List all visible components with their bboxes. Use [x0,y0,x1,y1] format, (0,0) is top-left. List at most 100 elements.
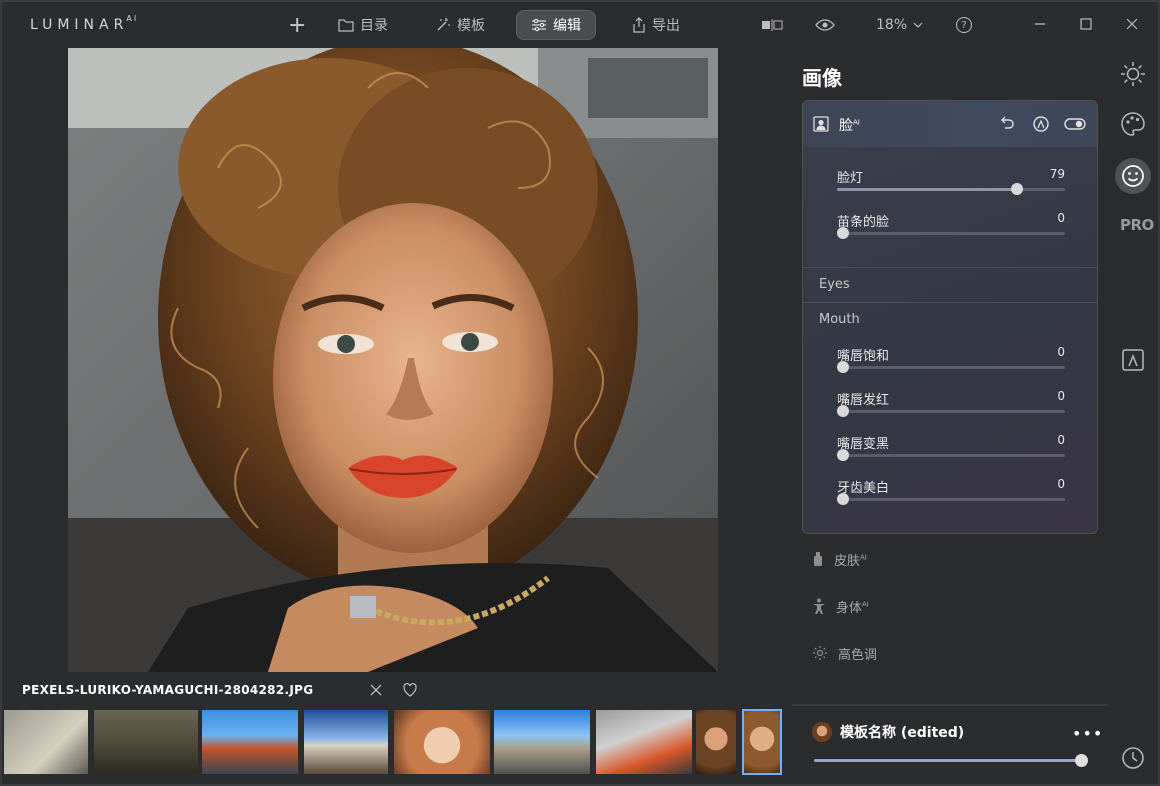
mouth-section[interactable]: Mouth [819,312,860,327]
lip-saturation-slider[interactable]: 嘴唇饱和 0 [837,345,1065,385]
close-icon[interactable] [1122,14,1142,34]
sun-icon[interactable] [1119,60,1147,88]
slider-track[interactable] [837,361,1065,373]
thumbnail[interactable] [202,710,298,774]
eyes-section[interactable]: Eyes [819,277,850,292]
palette-icon[interactable] [1119,110,1147,138]
thumbnail[interactable] [596,710,692,774]
slider-track[interactable] [837,183,1065,195]
smile-icon [1122,165,1144,187]
lip-darkening-slider[interactable]: 嘴唇变黑 0 [837,433,1065,473]
face-ai-header[interactable]: 脸AI [803,101,1097,147]
thumbnail[interactable] [696,710,736,774]
history-clock-icon[interactable] [1119,744,1147,772]
face-title-suffix: AI [853,118,860,127]
tab-templates-label: 模板 [457,18,485,34]
tab-templates[interactable]: 模板 [435,10,485,40]
tool-label: 皮肤 [834,553,861,569]
slider-track[interactable] [837,227,1065,239]
help-button[interactable]: ? [956,10,972,40]
compare-button[interactable] [760,10,784,40]
portrait-icon [813,116,829,132]
face-light-slider[interactable]: 脸灯 79 [837,167,1065,207]
thumbnail[interactable] [394,710,490,774]
thumbnail[interactable] [494,710,590,774]
slider-knob[interactable] [837,361,849,373]
tool-high-key[interactable]: 高色调 [812,642,877,664]
slider-knob[interactable] [837,493,849,505]
thumbnail[interactable] [4,710,88,774]
slider-knob[interactable] [837,449,849,461]
photo-canvas[interactable] [2,46,790,672]
tab-edit-label: 编辑 [553,18,581,34]
slider-track[interactable] [837,405,1065,417]
divider [803,302,1097,303]
slider-knob[interactable] [837,227,849,239]
thumbnail[interactable] [304,710,388,774]
mask-icon[interactable] [1031,114,1051,134]
zoom-level: 18% [876,17,908,33]
thumbnail[interactable] [94,710,198,774]
teeth-whitening-slider[interactable]: 牙齿美白 0 [837,477,1065,517]
portrait-image [68,48,718,672]
masking-icon[interactable] [1119,346,1147,374]
tool-suffix: AI [860,553,867,562]
tab-edit[interactable]: 编辑 [516,10,596,40]
chevron-down-icon [913,22,923,28]
magic-wand-icon [437,18,450,31]
slim-face-slider[interactable]: 苗条的脸 0 [837,211,1065,251]
slider-value: 0 [1057,211,1065,225]
file-bar: PEXELS-LURIKO-YAMAGUCHI-2804282.JPG [2,676,790,706]
minimize-icon[interactable] [1030,14,1050,34]
tool-label: 身体 [836,600,863,616]
tool-suffix: AI [862,600,869,609]
eye-icon [815,19,835,31]
slider-value: 0 [1057,433,1065,447]
thumbnail-selected[interactable] [742,709,782,775]
slider-fill [837,188,1018,191]
slider-knob[interactable] [1011,183,1024,195]
slider-label: 脸灯 [837,171,864,186]
tab-catalog[interactable]: 目录 [338,10,388,40]
tool-body-ai[interactable]: 身体AI [812,595,869,617]
slider-knob[interactable] [837,405,849,417]
toggle-visibility-icon[interactable] [1063,114,1087,134]
file-name: PEXELS-LURIKO-YAMAGUCHI-2804282.JPG [22,683,314,697]
folder-icon [338,19,354,32]
edited-photo[interactable] [68,48,718,672]
lip-redness-slider[interactable]: 嘴唇发红 0 [837,389,1065,429]
slider-track[interactable] [837,493,1065,505]
help-icon: ? [956,17,972,33]
plus-icon: + [288,12,307,38]
tool-label: 高色调 [838,647,878,663]
preset-amount-slider[interactable] [814,759,1082,762]
pro-category-button[interactable]: PRO [1120,216,1154,234]
preset-divider [792,704,1108,706]
app-logo: LUMINARAI [30,14,138,33]
preset-name: 模板名称 (edited) [812,722,964,742]
slider-value: 0 [1057,389,1065,403]
compare-icon [762,19,783,31]
tab-export[interactable]: 导出 [632,10,680,40]
add-photos-button[interactable]: + [288,10,306,40]
logo-suffix: AI [126,14,139,23]
filmstrip [2,708,790,776]
reject-icon[interactable] [368,682,384,698]
sliders-icon [532,18,546,32]
zoom-dropdown[interactable]: 18% [876,10,923,40]
undo-icon[interactable] [997,114,1017,134]
body-icon [813,598,825,614]
tool-skin-ai[interactable]: 皮肤AI [812,548,867,570]
preset-amount-knob[interactable] [1075,754,1088,767]
face-ai-card: 脸AI 脸灯 79 苗条的脸 0 Eyes Mouth 嘴唇饱和 0 嘴唇发红 … [802,100,1098,534]
preview-button[interactable] [815,10,835,40]
slider-track[interactable] [837,449,1065,461]
portrait-category-button[interactable] [1115,158,1151,194]
more-options-icon[interactable]: ••• [1072,724,1103,743]
maximize-icon[interactable] [1076,14,1096,34]
face-title-text: 脸 [839,118,853,134]
logo-text: LUMINAR [30,17,129,33]
slider-value: 0 [1057,477,1065,491]
panel-title: 画像 [802,66,842,90]
heart-icon[interactable] [402,682,418,698]
